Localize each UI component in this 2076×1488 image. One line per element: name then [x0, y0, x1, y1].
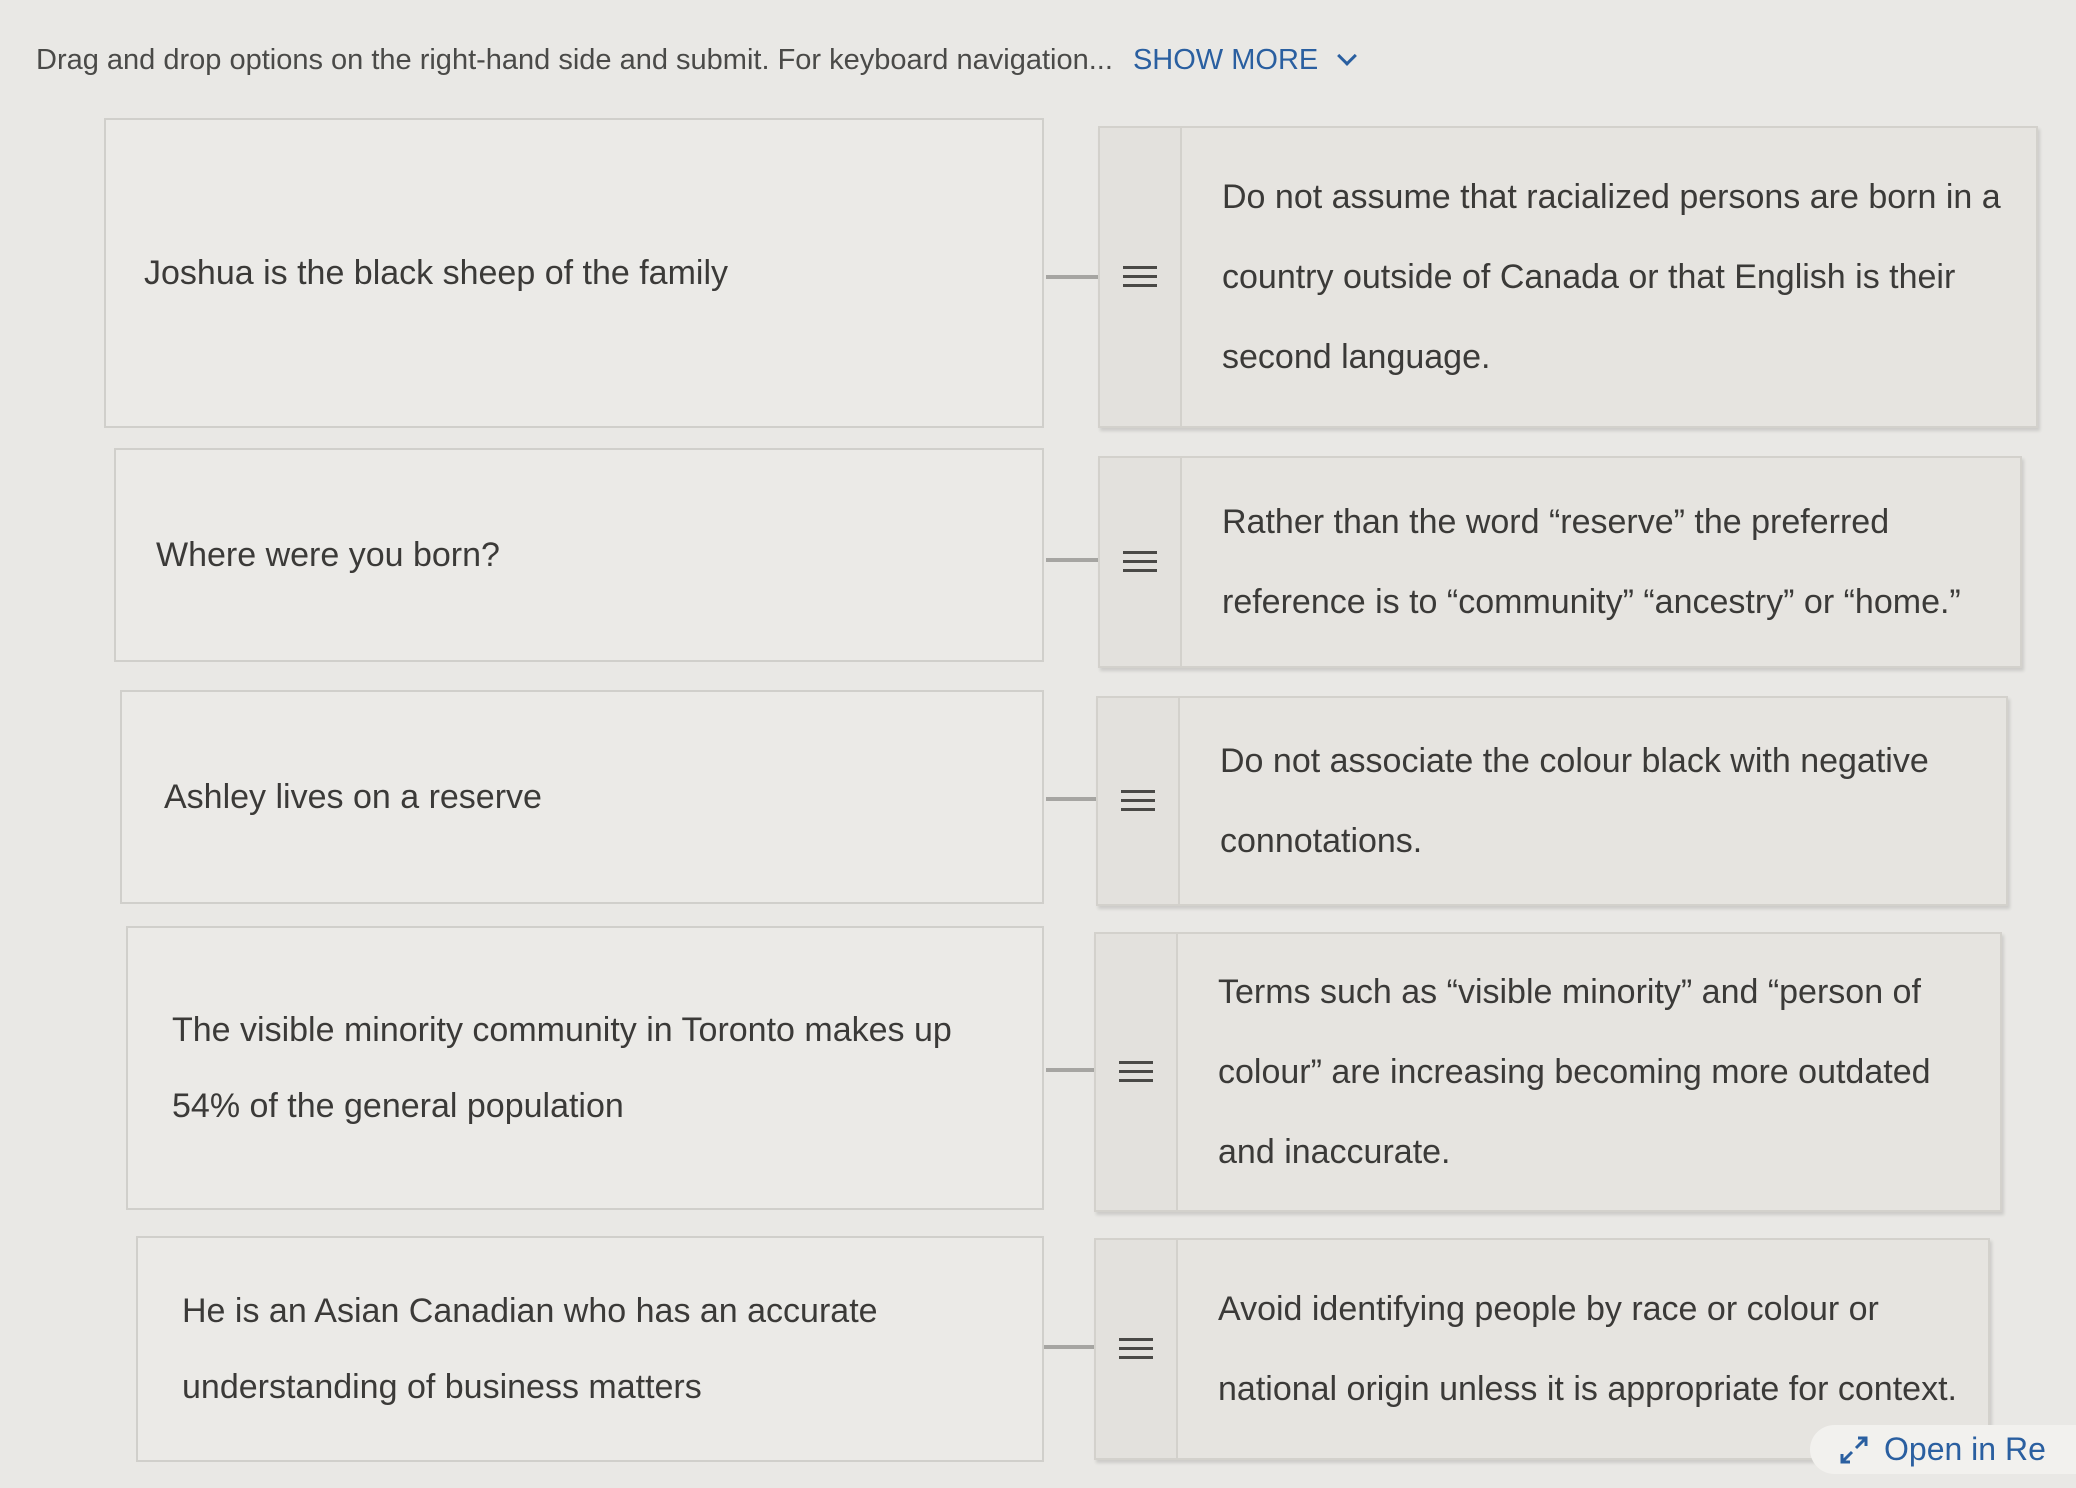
show-more-label: SHOW MORE — [1132, 44, 1319, 76]
answer-card-1[interactable]: Do not assume that racialized persons ar… — [1098, 126, 2038, 428]
answer-line: connotations. — [1220, 822, 1423, 860]
answer-line: Avoid identifying people by race or colo… — [1218, 1290, 1879, 1328]
drag-handle[interactable] — [1098, 698, 1180, 904]
instructions-text: Drag and drop options on the right-hand … — [36, 44, 1113, 76]
instructions-bar: Drag and drop options on the right-hand … — [36, 44, 1358, 77]
chevron-down-icon — [1337, 46, 1358, 66]
prompt-text: Where were you born? — [156, 536, 500, 574]
answer-line: Do not assume that racialized persons ar… — [1222, 178, 2001, 216]
connector-line — [1046, 275, 1100, 279]
connector-line — [1046, 1068, 1100, 1072]
drag-handle[interactable] — [1100, 458, 1182, 666]
expand-arrows-icon — [1840, 1436, 1868, 1463]
answer-card-2[interactable]: Rather than the word “reserve” the prefe… — [1098, 456, 2022, 668]
open-link-label: Open in Re — [1884, 1431, 2046, 1467]
prompt-text: 54% of the general population — [172, 1087, 624, 1125]
prompt-text: Ashley lives on a reserve — [164, 778, 542, 816]
drag-handle-icon — [1123, 266, 1157, 287]
prompt-text: The visible minority community in Toront… — [172, 1011, 952, 1049]
answer-card-4[interactable]: Terms such as “visible minority” and “pe… — [1094, 932, 2002, 1212]
drag-handle[interactable] — [1096, 934, 1178, 1210]
answer-text: Rather than the word “reserve” the prefe… — [1182, 458, 2020, 666]
drag-handle-icon — [1119, 1061, 1153, 1082]
prompt-box-4: The visible minority community in Toront… — [126, 926, 1044, 1210]
drag-handle-icon — [1121, 790, 1155, 811]
show-more-link[interactable]: SHOW MORE — [1132, 44, 1358, 76]
prompt-text: He is an Asian Canadian who has an accur… — [182, 1292, 878, 1330]
prompt-text: understanding of business matters — [182, 1368, 702, 1406]
answer-line: reference is to “community” “ancestry” o… — [1222, 583, 1961, 621]
drag-handle-icon — [1123, 551, 1157, 572]
answer-card-3[interactable]: Do not associate the colour black with n… — [1096, 696, 2008, 906]
prompt-box-3: Ashley lives on a reserve — [120, 690, 1044, 904]
drag-handle[interactable] — [1096, 1240, 1178, 1458]
drag-handle-icon — [1119, 1338, 1153, 1359]
answer-text: Do not assume that racialized persons ar… — [1182, 128, 2036, 426]
answer-line: country outside of Canada or that Englis… — [1222, 258, 1956, 296]
answer-line: Do not associate the colour black with n… — [1220, 742, 1929, 780]
answer-line: inaccurate. — [1284, 1133, 1451, 1171]
prompt-box-5: He is an Asian Canadian who has an accur… — [136, 1236, 1044, 1462]
prompt-text: Joshua is the black sheep of the family — [144, 254, 728, 292]
open-in-reader-button[interactable]: Open in Re — [1810, 1425, 2076, 1474]
connector-line — [1044, 1345, 1098, 1349]
answer-line: second language. — [1222, 338, 1491, 376]
answer-text: Terms such as “visible minority” and “pe… — [1178, 934, 2000, 1210]
connector-line — [1046, 558, 1100, 562]
prompt-box-2: Where were you born? — [114, 448, 1044, 662]
answer-line: Terms such as “visible minority” and “pe… — [1218, 973, 1921, 1011]
prompt-box-1: Joshua is the black sheep of the family — [104, 118, 1044, 428]
drag-handle[interactable] — [1100, 128, 1182, 426]
answer-line: Rather than the word “reserve” the prefe… — [1222, 503, 1890, 541]
answer-text: Do not associate the colour black with n… — [1180, 698, 2006, 904]
connector-line — [1046, 797, 1100, 801]
answer-line: national origin unless it is appropriate… — [1218, 1370, 1957, 1408]
